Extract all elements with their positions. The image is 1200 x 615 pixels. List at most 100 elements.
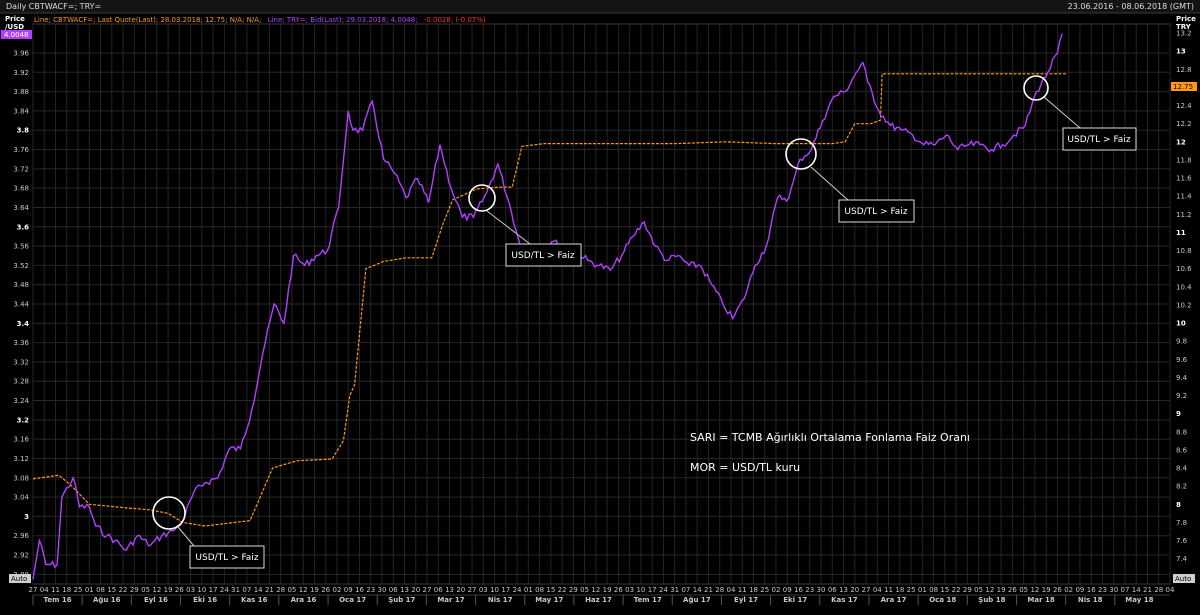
chart-window: Daily CBTWACF=; TRY= 23.06.2016 - 08.06.…	[0, 0, 1200, 615]
x-day-label: 12	[591, 586, 600, 594]
left-tick-label: 2.92	[13, 552, 29, 560]
x-day-label: 23	[805, 586, 814, 594]
right-tick-label: 10.6	[1176, 265, 1192, 273]
left-tick-label: 3.68	[13, 185, 29, 193]
x-day-label: 01	[524, 586, 533, 594]
left-tick-label: 3.72	[13, 165, 29, 173]
left-tick-label: 3.56	[13, 243, 29, 251]
x-day-label: 26	[175, 586, 184, 594]
x-month-label: May 17	[535, 596, 563, 604]
x-day-label: 04	[40, 586, 49, 594]
right-tick-label: 7.8	[1176, 519, 1187, 527]
x-day-label: 06	[828, 586, 837, 594]
x-day-label: 14	[693, 586, 702, 594]
x-day-label: 11	[884, 586, 893, 594]
x-day-label: 12	[985, 586, 994, 594]
right-tick-label: 9	[1176, 410, 1181, 418]
x-day-label: 29	[569, 586, 578, 594]
left-tick-label: 3.12	[13, 455, 29, 463]
x-day-label: 22	[952, 586, 961, 594]
chart-svg: Daily CBTWACF=; TRY= 23.06.2016 - 08.06.…	[0, 0, 1200, 615]
window-title: Daily CBTWACF=; TRY=	[6, 2, 101, 11]
annotation-1-text: USD/TL > Faiz	[195, 553, 258, 563]
x-day-label: 02	[1064, 586, 1073, 594]
legend-usd: Line; TRY=; Bid(Last); 29.03.2018; 4.004…	[268, 16, 418, 24]
x-day-label: 19	[164, 586, 173, 594]
x-day-label: 17	[501, 586, 510, 594]
x-day-label: 15	[107, 586, 116, 594]
right-tick-label: 8.2	[1176, 483, 1187, 491]
x-day-label: 25	[907, 586, 916, 594]
right-tick-label: 7.4	[1176, 555, 1188, 563]
left-tick-label: 3.36	[13, 339, 29, 347]
x-day-label: 26	[614, 586, 623, 594]
x-day-label: 16	[794, 586, 803, 594]
x-day-label: 09	[344, 586, 353, 594]
x-month-label: Oca 18	[929, 596, 956, 604]
x-month-label: Eki 16	[193, 596, 217, 604]
right-tick-label: 8.6	[1176, 446, 1188, 454]
x-day-label: 23	[1098, 586, 1107, 594]
title-bar	[0, 0, 1200, 13]
right-axis-title-1: Price	[1176, 15, 1196, 23]
x-month-label: Tem 16	[44, 596, 72, 604]
x-day-label: 22	[119, 586, 128, 594]
left-auto-label: Auto	[11, 575, 27, 583]
x-day-label: 30	[378, 586, 387, 594]
left-tick-label: 3	[24, 513, 29, 521]
x-day-label: 04	[1166, 586, 1175, 594]
right-tick-label: 9.6	[1176, 356, 1188, 364]
x-month-label: Mar 17	[437, 596, 464, 604]
left-tick-label: 3.2	[17, 416, 30, 424]
x-day-label: 19	[997, 586, 1006, 594]
x-day-label: 27	[862, 586, 871, 594]
x-month-label: Eyl 17	[734, 596, 758, 604]
x-month-label: Ara 16	[291, 596, 317, 604]
x-day-label: 24	[513, 586, 522, 594]
x-axis: 27 04 11 18 25 01 08 15 22 29 05 12 19 26 03 10 17 24 31 07…	[29, 586, 1175, 605]
right-tick-label: 11.8	[1176, 156, 1192, 164]
left-tick-label: 3.04	[13, 494, 29, 502]
x-day-label: 08	[96, 586, 105, 594]
x-day-label: 13	[839, 586, 848, 594]
x-day-label: 20	[850, 586, 859, 594]
left-tick-label: 3.44	[13, 301, 29, 309]
left-tick-label: 3.48	[13, 281, 29, 289]
x-day-label: 14	[1132, 586, 1141, 594]
left-tick-label: 3.32	[13, 358, 29, 366]
x-day-label: 04	[726, 586, 735, 594]
x-day-label: 07	[681, 586, 690, 594]
x-day-label: 25	[74, 586, 83, 594]
left-tick-label: 3.92	[13, 69, 29, 77]
x-month-label: Ara 17	[881, 596, 907, 604]
right-tick-label: 7.6	[1176, 537, 1188, 545]
x-day-label: 07	[1121, 586, 1130, 594]
right-tick-label: 9.8	[1176, 338, 1187, 346]
right-tick-label: 8	[1176, 501, 1181, 509]
x-month-label: Şub 18	[978, 596, 1005, 604]
note-purple: MOR = USD/TL kuru	[690, 461, 800, 474]
x-month-label: Kas 16	[241, 596, 268, 604]
x-day-label: 07	[242, 586, 251, 594]
x-day-label: 21	[1143, 586, 1152, 594]
x-day-label: 31	[670, 586, 679, 594]
x-day-label: 18	[749, 586, 758, 594]
x-day-label: 17	[648, 586, 657, 594]
x-month-label: Haz 17	[585, 596, 612, 604]
x-day-label: 11	[51, 586, 60, 594]
right-tick-label: 10	[1176, 320, 1186, 328]
x-day-label: 18	[62, 586, 71, 594]
left-tick-label: 2.96	[13, 532, 29, 540]
x-day-label: 27	[29, 586, 38, 594]
x-day-label: 16	[355, 586, 364, 594]
x-day-label: 20	[456, 586, 465, 594]
x-day-label: 19	[603, 586, 612, 594]
x-day-label: 17	[209, 586, 218, 594]
right-tick-label: 11.4	[1176, 193, 1192, 201]
x-day-label: 10	[636, 586, 645, 594]
right-tick-label: 8.4	[1176, 465, 1188, 473]
right-tick-label: 11	[1176, 229, 1186, 237]
x-day-label: 19	[1042, 586, 1051, 594]
x-day-label: 14	[254, 586, 263, 594]
right-tick-label: 8.8	[1176, 428, 1187, 436]
